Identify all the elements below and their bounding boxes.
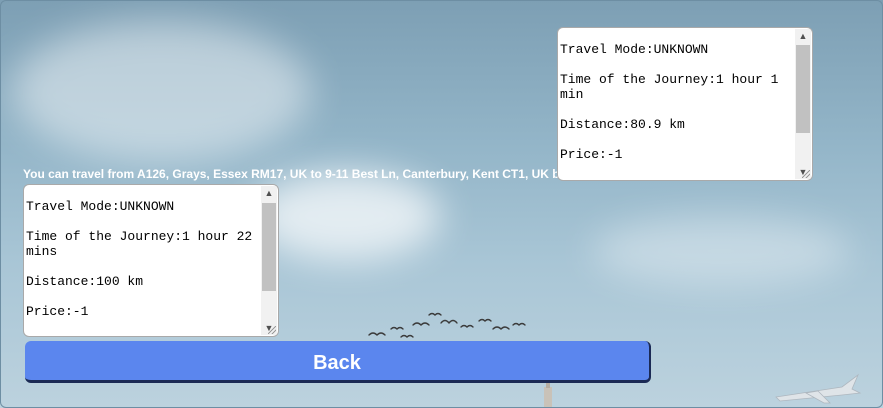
resize-grip-icon[interactable]: [802, 170, 810, 178]
travel-mode-text: Travel Mode:UNKNOWN: [560, 42, 709, 57]
background-cloud: [251, 171, 441, 261]
back-button[interactable]: Back: [25, 341, 651, 383]
travel-mode-text: Travel Mode:UNKNOWN: [26, 199, 175, 214]
distance-text: Distance:80.9 km: [560, 117, 685, 132]
price-text: Price:-1: [560, 147, 623, 162]
journey-time-text: Time of the Journey:1 hour 22 mins: [26, 229, 253, 259]
background-cloud: [11, 21, 311, 161]
distance-text: Distance:100 km: [26, 274, 144, 289]
travel-option-content: Travel Mode:UNKNOWN Time of the Journey:…: [560, 42, 794, 177]
scroll-up-icon[interactable]: ▲: [261, 186, 277, 200]
scroll-up-icon[interactable]: ▲: [795, 29, 811, 43]
scroll-thumb[interactable]: [262, 203, 276, 291]
vertical-scrollbar[interactable]: ▲ ▼: [261, 186, 277, 335]
travel-option-content: Travel Mode:UNKNOWN Time of the Journey:…: [26, 199, 260, 334]
travel-option-textarea[interactable]: Travel Mode:UNKNOWN Time of the Journey:…: [23, 184, 279, 337]
airplane-icon: [775, 373, 862, 404]
journey-time-text: Time of the Journey:1 hour 1 min: [560, 72, 779, 102]
resize-grip-icon[interactable]: [268, 326, 276, 334]
vertical-scrollbar[interactable]: ▲ ▼: [795, 29, 811, 179]
travel-option-textarea[interactable]: Travel Mode:UNKNOWN Time of the Journey:…: [557, 27, 813, 181]
scroll-thumb[interactable]: [796, 45, 810, 133]
background-cloud: [591, 216, 851, 286]
page-frame: You can travel from A126, Grays, Essex R…: [0, 0, 883, 408]
route-description: You can travel from A126, Grays, Essex R…: [23, 167, 571, 181]
tower-icon: [544, 382, 552, 407]
price-text: Price:-1: [26, 304, 89, 319]
